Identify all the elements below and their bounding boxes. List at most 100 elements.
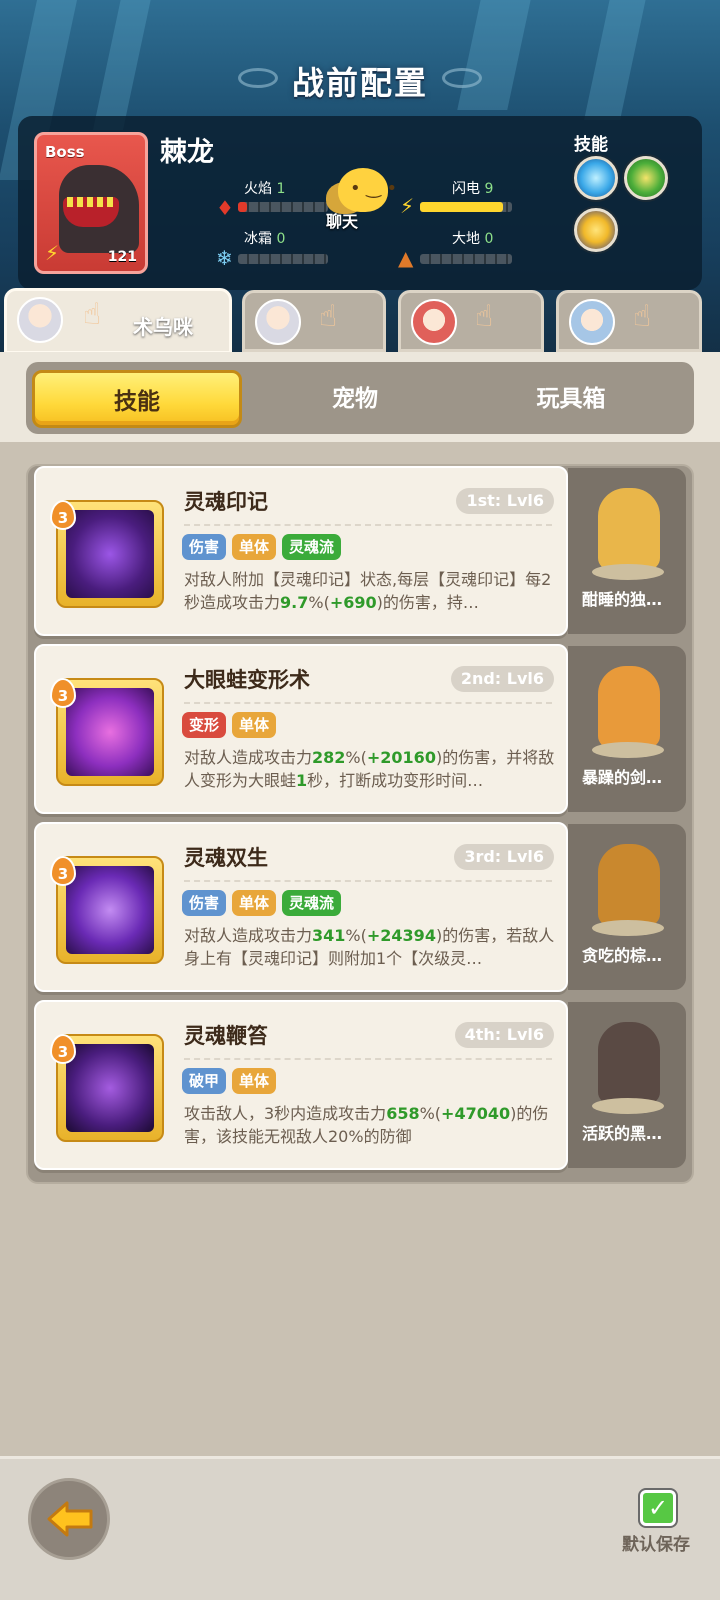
back-arrow-icon	[47, 1501, 93, 1537]
chat-face-icon: • ‿ •	[350, 178, 398, 199]
skill-rank: 3rd: Lvl6	[454, 844, 554, 870]
default-save-label[interactable]: 默认保存	[622, 1530, 690, 1555]
character-avatar	[411, 299, 457, 345]
stat-lightning-bar	[420, 202, 512, 212]
stat-ice-bar	[238, 254, 328, 264]
boss-tag: Boss	[45, 143, 85, 161]
flame-icon: ♦	[216, 196, 234, 220]
skill-card[interactable]: 3 灵魂双生 3rd: Lvl6 伤害 单体 灵魂流 对敌人造成攻击力341%(…	[34, 822, 568, 992]
skill-rank: 2nd: Lvl6	[450, 666, 554, 692]
stat-earth-bar	[420, 254, 512, 264]
stat-lightning-label: 闪电 9	[452, 181, 494, 197]
skill-tags: 伤害 单体 灵魂流	[182, 890, 342, 916]
character-tab-4[interactable]: ☝	[556, 290, 702, 352]
pointing-hand-icon: ☝	[633, 299, 652, 334]
chat-label[interactable]: 聊天	[326, 208, 358, 232]
boss-level: 121	[107, 249, 137, 265]
skill-card[interactable]: 3 大眼蛙变形术 2nd: Lvl6 变形 单体 对敌人造成攻击力282%(+2…	[34, 644, 568, 814]
skill-title: 大眼蛙变形术	[184, 668, 310, 692]
boss-teeth	[67, 197, 115, 207]
stat-fire-bar	[238, 202, 328, 212]
character-avatar	[569, 299, 615, 345]
boss-skills-label: 技能	[574, 135, 608, 155]
pointing-hand-icon: ☝	[319, 299, 338, 334]
boss-portrait[interactable]: Boss ⚡ 121	[34, 132, 148, 274]
pet-base	[592, 1098, 664, 1114]
tab-skills[interactable]: 技能	[32, 370, 242, 428]
tag: 单体	[232, 534, 277, 560]
ice-skill-icon[interactable]	[574, 156, 618, 200]
pet-name: 活跃的黑…	[582, 1124, 663, 1143]
skill-description: 攻击敌人，3秒内造成攻击力658%(+47040)的伤害，该技能无视敌人20%的…	[184, 1104, 549, 1146]
divider	[184, 702, 552, 704]
tag: 单体	[232, 1068, 277, 1094]
pet-name: 暴躁的剑…	[582, 768, 663, 787]
pet-name: 贪吃的棕…	[582, 946, 663, 965]
pointing-hand-icon: ☝	[475, 299, 494, 334]
skill-level-badge: 3	[50, 856, 76, 886]
twin-soul-icon	[66, 866, 154, 954]
stat-fire-fill	[238, 202, 247, 212]
divider	[184, 1058, 552, 1060]
skill-tags: 变形 单体	[182, 712, 277, 738]
tag: 变形	[182, 712, 227, 738]
tag: 破甲	[182, 1068, 227, 1094]
character-avatar	[17, 297, 63, 343]
skill-description: 对敌人造成攻击力341%(+24394)的伤害，若敌人身上有【灵魂印记】则附加1…	[184, 926, 555, 968]
character-tab-1[interactable]: ☝ 术乌咪	[4, 288, 232, 354]
character-avatar	[255, 299, 301, 345]
skill-level-badge: 3	[50, 1034, 76, 1064]
stat-ice-label: 冰霜 0	[244, 231, 286, 247]
divider	[184, 524, 552, 526]
pet-card[interactable]: 活跃的黑…	[568, 1002, 686, 1168]
snowflake-icon: ❄	[216, 246, 233, 270]
character-tab-2[interactable]: ☝	[242, 290, 386, 352]
pet-card[interactable]: 酣睡的独…	[568, 468, 686, 634]
moon-skill-icon[interactable]	[574, 208, 618, 252]
tag: 伤害	[182, 534, 227, 560]
skill-description: 对敌人造成攻击力282%(+20160)的伤害，并将敌人变形为大眼蛙1秒，打断成…	[184, 748, 555, 790]
skill-rank: 4th: Lvl6	[454, 1022, 554, 1048]
pet-base	[592, 742, 664, 758]
frog-transform-icon	[66, 688, 154, 776]
skill-card[interactable]: 3 灵魂印记 1st: Lvl6 伤害 单体 灵魂流 对敌人附加【灵魂印记】状态…	[34, 466, 568, 636]
tag: 灵魂流	[282, 890, 342, 916]
skill-description: 对敌人附加【灵魂印记】状态,每层【灵魂印记】每2秒造成攻击力9.7%(+690)…	[184, 570, 552, 612]
pet-card[interactable]: 贪吃的棕…	[568, 824, 686, 990]
checkbox-check-icon[interactable]: ✓	[640, 1490, 676, 1526]
soul-mark-icon	[66, 510, 154, 598]
skill-title: 灵魂鞭笞	[184, 1024, 268, 1048]
page-title: 战前配置	[291, 64, 428, 102]
skill-tags: 伤害 单体 灵魂流	[182, 534, 342, 560]
pet-figure	[598, 666, 660, 748]
earth-icon: ▲	[398, 246, 414, 270]
pet-base	[592, 564, 664, 580]
stat-lightning-fill	[420, 202, 503, 212]
skill-tags: 破甲 单体	[182, 1068, 277, 1094]
tag: 单体	[232, 712, 277, 738]
skill-card[interactable]: 3 灵魂鞭笞 4th: Lvl6 破甲 单体 攻击敌人，3秒内造成攻击力658%…	[34, 1000, 568, 1170]
tag: 灵魂流	[282, 534, 342, 560]
pet-figure	[598, 488, 660, 570]
lightning-icon: ⚡	[45, 241, 60, 265]
stat-fire-label: 火焰 1	[244, 181, 286, 197]
tag: 单体	[232, 890, 277, 916]
back-button[interactable]	[28, 1478, 110, 1560]
boss-name: 棘龙	[160, 137, 214, 168]
skill-title: 灵魂印记	[184, 490, 268, 514]
tab-pets[interactable]: 宠物	[250, 370, 460, 428]
tag: 伤害	[182, 890, 227, 916]
divider	[184, 880, 552, 882]
pet-card[interactable]: 暴躁的剑…	[568, 646, 686, 812]
skill-level-badge: 3	[50, 500, 76, 530]
tab-toybox[interactable]: 玩具箱	[466, 370, 676, 428]
pointing-hand-icon: ☝	[83, 297, 102, 332]
stat-earth-label: 大地 0	[452, 231, 494, 247]
character-name: 术乌咪	[133, 315, 193, 339]
pet-figure	[598, 1022, 660, 1104]
pet-name: 酣睡的独…	[582, 590, 663, 609]
lightning-icon: ⚡	[400, 194, 415, 218]
nature-skill-icon[interactable]	[624, 156, 668, 200]
soul-whip-icon	[66, 1044, 154, 1132]
character-tab-3[interactable]: ☝	[398, 290, 544, 352]
